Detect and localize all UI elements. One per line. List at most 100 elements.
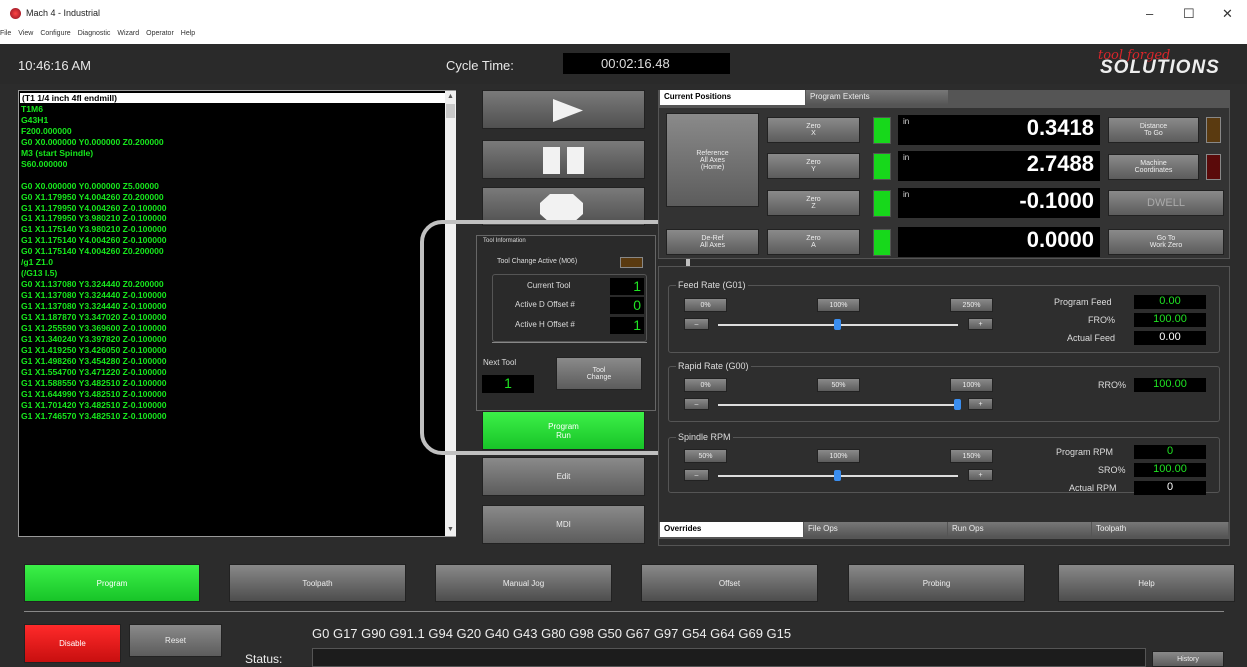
feed-plus-button[interactable]: + xyxy=(968,318,993,330)
rapid-rate-slider-knob[interactable] xyxy=(954,399,961,410)
gcode-line[interactable]: G1 X1.179950 Y4.004260 Z-0.100000 xyxy=(21,203,167,213)
gcode-line[interactable]: G1 X1.137080 Y3.324440 Z-0.100000 xyxy=(21,301,167,311)
menu-configure[interactable]: Configure xyxy=(40,30,70,37)
gcode-line[interactable]: (/G13 I.5) xyxy=(21,268,57,278)
rapid-50-button[interactable]: 50% xyxy=(817,378,860,392)
gcode-line[interactable]: S60.000000 xyxy=(21,159,67,169)
z-position-value: -0.1000 xyxy=(898,188,1100,218)
x-unit-label: in xyxy=(903,117,910,126)
spindle-rpm-slider-knob[interactable] xyxy=(834,470,841,481)
minimize-button[interactable]: – xyxy=(1146,6,1153,21)
zero-y-button[interactable]: Zero Y xyxy=(767,153,860,179)
tab-program-extents[interactable]: Program Extents xyxy=(806,90,948,105)
rro-label: RRO% xyxy=(1098,380,1127,390)
gcode-line[interactable]: G1 X1.137080 Y3.324440 Z-0.100000 xyxy=(21,290,167,300)
nav-offset-button[interactable]: Offset xyxy=(641,564,818,602)
program-run-button[interactable]: Program Run xyxy=(482,411,645,450)
deref-all-axes-button[interactable]: De-Ref All Axes xyxy=(666,229,759,255)
menu-file[interactable]: File xyxy=(0,30,11,37)
tab-toolpath[interactable]: Toolpath xyxy=(1092,522,1228,537)
distance-to-go-button[interactable]: Distance To Go xyxy=(1108,117,1199,143)
edit-button[interactable]: Edit xyxy=(482,457,645,496)
rapid-0-button[interactable]: 0% xyxy=(684,378,727,392)
zero-z-button[interactable]: Zero Z xyxy=(767,190,860,216)
spindle-plus-button[interactable]: + xyxy=(968,469,993,481)
nav-help-button[interactable]: Help xyxy=(1058,564,1235,602)
gcode-line[interactable]: G1 X1.255590 Y3.369600 Z-0.100000 xyxy=(21,323,167,333)
tab-overrides[interactable]: Overrides xyxy=(660,522,803,537)
gcode-line[interactable]: G1 X1.175140 Y3.980210 Z-0.100000 xyxy=(21,224,167,234)
gcode-line[interactable]: G0 X1.179950 Y4.004260 Z0.200000 xyxy=(21,192,164,202)
history-button[interactable]: History xyxy=(1152,651,1224,667)
gcode-line[interactable]: G1 X1.419250 Y3.426050 Z-0.100000 xyxy=(21,345,167,355)
gcode-line[interactable]: G1 X1.175140 Y4.004260 Z-0.100000 xyxy=(21,235,167,245)
spindle-100-button[interactable]: 100% xyxy=(817,449,860,463)
gcode-line[interactable]: G0 X1.137080 Y3.324440 Z0.200000 xyxy=(21,279,164,289)
mdi-button[interactable]: MDI xyxy=(482,505,645,544)
menu-view[interactable]: View xyxy=(18,30,33,37)
gcode-line[interactable]: G1 X1.340240 Y3.397820 Z-0.100000 xyxy=(21,334,167,344)
nav-manual-jog-button[interactable]: Manual Jog xyxy=(435,564,612,602)
gcode-line[interactable]: G43H1 xyxy=(21,115,48,125)
menu-diagnostic[interactable]: Diagnostic xyxy=(78,30,111,37)
gcode-line[interactable]: G1 X1.746570 Y3.482510 Z-0.100000 xyxy=(21,411,167,421)
cycle-start-button[interactable] xyxy=(482,90,645,129)
scroll-up-icon[interactable]: ▲ xyxy=(447,93,454,100)
reference-all-axes-button[interactable]: Reference All Axes (Home) xyxy=(666,113,759,207)
gcode-line[interactable]: G1 X1.701420 Y3.482510 Z-0.100000 xyxy=(21,400,167,410)
tab-file-ops[interactable]: File Ops xyxy=(804,522,947,537)
gcode-line-current[interactable]: (T1 1/4 inch 4fl endmill) xyxy=(20,93,450,103)
disable-button[interactable]: Disable xyxy=(24,624,121,663)
gcode-line[interactable]: G1 X1.498260 Y3.454280 Z-0.100000 xyxy=(21,356,167,366)
machine-coordinates-button[interactable]: Machine Coordinates xyxy=(1108,154,1199,180)
spindle-50-button[interactable]: 50% xyxy=(684,449,727,463)
close-button[interactable]: ✕ xyxy=(1222,6,1233,22)
zero-x-button[interactable]: Zero X xyxy=(767,117,860,143)
sro-value: 100.00 xyxy=(1134,463,1206,477)
gcode-line[interactable]: G1 X1.179950 Y3.980210 Z-0.100000 xyxy=(21,213,167,223)
spindle-150-button[interactable]: 150% xyxy=(950,449,993,463)
feed-100-button[interactable]: 100% xyxy=(817,298,860,312)
gcode-line[interactable]: G0 X1.175140 Y4.004260 Z0.200000 xyxy=(21,246,164,256)
rapid-plus-button[interactable]: + xyxy=(968,398,993,410)
positions-tabbar: Current Positions Program Extents xyxy=(658,90,1230,107)
reset-button[interactable]: Reset xyxy=(129,624,222,657)
menu-operator[interactable]: Operator xyxy=(146,30,174,37)
nav-program-button[interactable]: Program xyxy=(24,564,200,602)
scroll-down-icon[interactable]: ▼ xyxy=(447,526,454,533)
tab-current-positions[interactable]: Current Positions xyxy=(660,90,805,105)
nav-probing-button[interactable]: Probing xyxy=(848,564,1025,602)
rapid-100-button[interactable]: 100% xyxy=(950,378,993,392)
gcode-scroll-thumb[interactable] xyxy=(446,104,455,118)
feed-rate-title: Feed Rate (G01) xyxy=(676,280,748,290)
nav-toolpath-button[interactable]: Toolpath xyxy=(229,564,406,602)
feed-250-button[interactable]: 250% xyxy=(950,298,993,312)
gcode-line[interactable]: G0 X0.000000 Y0.000000 Z5.00000 xyxy=(21,181,159,191)
tab-run-ops[interactable]: Run Ops xyxy=(948,522,1091,537)
rapid-minus-button[interactable]: – xyxy=(684,398,709,410)
menu-help[interactable]: Help xyxy=(181,30,195,37)
spindle-minus-button[interactable]: – xyxy=(684,469,709,481)
gcode-line[interactable]: G1 X1.554700 Y3.471220 Z-0.100000 xyxy=(21,367,167,377)
feed-minus-button[interactable]: – xyxy=(684,318,709,330)
gcode-line[interactable]: G1 X1.187870 Y3.347020 Z-0.100000 xyxy=(21,312,167,322)
pause-icon xyxy=(543,147,584,174)
gcode-panel[interactable]: (T1 1/4 inch 4fl endmill) T1M6 G43H1 F200.0… xyxy=(18,90,456,537)
menu-wizard[interactable]: Wizard xyxy=(117,30,139,37)
feed-0-button[interactable]: 0% xyxy=(684,298,727,312)
gcode-line[interactable]: G1 X1.588550 Y3.482510 Z-0.100000 xyxy=(21,378,167,388)
maximize-button[interactable]: ☐ xyxy=(1183,6,1195,22)
program-rpm-value: 0 xyxy=(1134,445,1206,459)
feed-rate-slider-knob[interactable] xyxy=(834,319,841,330)
clock: 10:46:16 AM xyxy=(18,58,91,73)
gcode-line[interactable]: M3 (start Spindle) xyxy=(21,148,93,158)
feed-hold-button[interactable] xyxy=(482,140,645,179)
rapid-rate-slider[interactable] xyxy=(718,404,958,406)
gcode-line[interactable]: G0 X0.000000 Y0.000000 Z0.200000 xyxy=(21,137,164,147)
gcode-line[interactable]: G1 X1.644990 Y3.482510 Z-0.100000 xyxy=(21,389,167,399)
gcode-line[interactable]: /g1 Z1.0 xyxy=(21,257,53,267)
gcode-line[interactable]: F200.000000 xyxy=(21,126,72,136)
gcode-line[interactable]: T1M6 xyxy=(21,104,43,114)
goto-work-zero-button[interactable]: Go To Work Zero xyxy=(1108,229,1224,255)
zero-a-button[interactable]: Zero A xyxy=(767,229,860,255)
